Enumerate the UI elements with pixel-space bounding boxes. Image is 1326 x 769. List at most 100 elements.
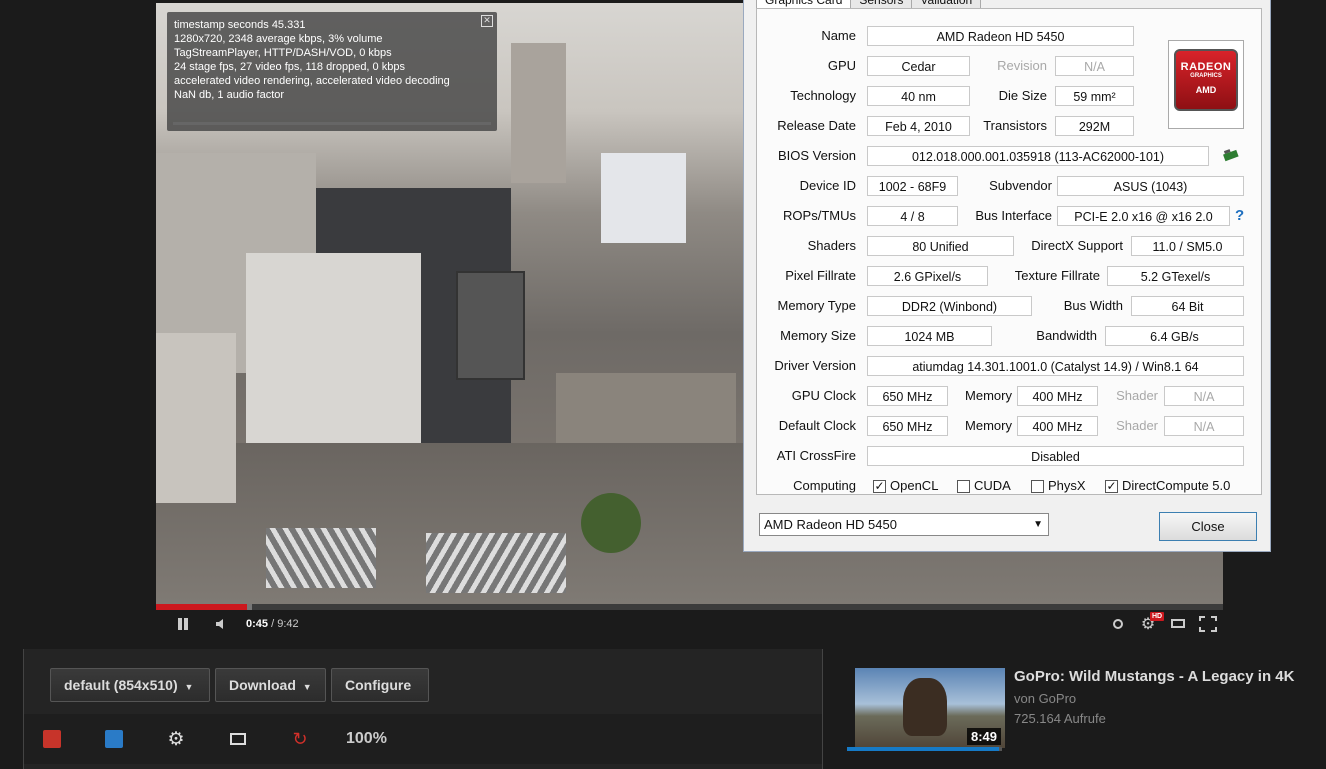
gear-icon[interactable]: ⚙ — [166, 729, 186, 750]
related-channel[interactable]: von GoPro — [1014, 691, 1076, 706]
bios-value[interactable]: 012.018.000.001.035918 (113-AC62000-101) — [867, 146, 1209, 166]
device-id-label: Device ID — [799, 178, 856, 193]
theater-mode-button[interactable] — [1168, 610, 1188, 637]
related-title[interactable]: GoPro: Wild Mustangs - A Legacy in 4K — [1014, 668, 1294, 685]
directx-value[interactable]: 11.0 / SM5.0 — [1131, 236, 1244, 256]
gpu-label: GPU — [827, 58, 856, 73]
default-clock-value[interactable]: 650 MHz — [867, 416, 948, 436]
pixel-fillrate-label: Pixel Fillrate — [785, 268, 856, 283]
driver-version-label: Driver Version — [774, 358, 856, 373]
watch-later-button[interactable] — [1108, 610, 1128, 637]
default-memory-value[interactable]: 400 MHz — [1017, 416, 1098, 436]
memory-clock-value[interactable]: 400 MHz — [1017, 386, 1098, 406]
image-icon[interactable] — [228, 729, 248, 749]
crossfire-label: ATI CrossFire — [776, 448, 856, 463]
related-video[interactable]: 8:49 GoPro: Wild Mustangs - A Legacy in … — [836, 649, 1326, 769]
bios-save-icon[interactable] — [1221, 146, 1241, 166]
gpu-clock-value[interactable]: 650 MHz — [867, 386, 948, 406]
default-shader-label: Shader — [1116, 418, 1158, 433]
memory-type-value[interactable]: DDR2 (Winbond) — [867, 296, 1032, 316]
pause-button[interactable] — [172, 610, 194, 637]
die-size-value[interactable]: 59 mm² — [1055, 86, 1134, 106]
bus-width-label: Bus Width — [1063, 298, 1123, 313]
opencl-checkbox[interactable]: ✓ OpenCL — [873, 476, 938, 496]
card-select[interactable]: AMD Radeon HD 5450 ▼ — [759, 513, 1049, 536]
bandwidth-label: Bandwidth — [1036, 328, 1097, 343]
speaker-icon — [216, 618, 223, 629]
watched-fill — [847, 747, 999, 751]
release-date-label: Release Date — [777, 118, 856, 133]
close-button[interactable]: Close — [1159, 512, 1257, 541]
die-size-label: Die Size — [998, 88, 1047, 103]
bus-width-value[interactable]: 64 Bit — [1131, 296, 1244, 316]
tab-graphics-card[interactable]: Graphics Card — [756, 0, 852, 8]
stats-line: NaN db, 1 audio factor — [174, 89, 285, 101]
shader-clock-value[interactable]: N/A — [1164, 386, 1244, 406]
default-memory-label: Memory — [965, 418, 1012, 433]
cuda-checkbox[interactable]: CUDA — [957, 476, 1011, 496]
quality-dropdown[interactable]: default (854x510) ▼ — [50, 668, 210, 702]
volume-button[interactable] — [211, 610, 233, 637]
time-total: 9:42 — [277, 617, 299, 630]
download-label: Download — [229, 677, 296, 693]
crossfire-value[interactable]: Disabled — [867, 446, 1244, 466]
time-current: 0:45 — [246, 617, 269, 630]
subvendor-value[interactable]: ASUS (1043) — [1057, 176, 1244, 196]
close-icon[interactable]: ✕ — [481, 15, 493, 27]
directcompute-checkbox[interactable]: ✓ DirectCompute 5.0 — [1105, 476, 1230, 496]
tab-validation[interactable]: Validation — [911, 0, 982, 8]
transistors-value[interactable]: 292M — [1055, 116, 1134, 136]
plugin-icon-row — [24, 714, 822, 764]
gpuz-window: Graphics Card Sensors Validation Name AMD … — [743, 0, 1271, 552]
texture-fillrate-value[interactable]: 5.2 GTexel/s — [1107, 266, 1244, 286]
rops-tmus-value[interactable]: 4 / 8 — [867, 206, 958, 226]
default-clock-label: Default Clock — [778, 418, 856, 433]
stats-line: TagStreamPlayer, HTTP/DASH/VOD, 0 kbps — [174, 47, 392, 59]
default-shader-value[interactable]: N/A — [1164, 416, 1244, 436]
scene-crosswalk-2 — [426, 533, 566, 593]
gpu-value[interactable]: Cedar — [867, 56, 970, 76]
time-display: 0:45 / 9:42 — [246, 610, 306, 637]
name-value[interactable]: AMD Radeon HD 5450 — [867, 26, 1134, 46]
memory-type-label: Memory Type — [777, 298, 856, 313]
gpu-clock-label: GPU Clock — [791, 388, 856, 403]
scene-billboard — [601, 153, 686, 243]
bios-label: BIOS Version — [777, 148, 856, 163]
pixel-fillrate-value[interactable]: 2.6 GPixel/s — [867, 266, 988, 286]
opencl-label: OpenCL — [890, 478, 939, 493]
download-dropdown[interactable]: Download ▼ — [215, 668, 326, 702]
stats-bar — [173, 122, 491, 125]
stats-line: 1280x720, 2348 average kbps, 3% volume — [174, 33, 383, 45]
stats-for-nerds-panel: timestamp seconds 45.331 1280x720, 2348 … — [167, 12, 497, 131]
reload-icon[interactable]: ↻ — [290, 729, 310, 749]
settings-button[interactable]: ⚙ HD — [1138, 610, 1165, 637]
caret-down-icon: ▼ — [184, 682, 194, 692]
name-label: Name — [821, 28, 856, 43]
red-export-icon[interactable] — [42, 729, 62, 749]
physx-checkbox[interactable]: PhysX — [1031, 476, 1086, 496]
release-date-value[interactable]: Feb 4, 2010 — [867, 116, 970, 136]
configure-button[interactable]: Configure — [331, 668, 429, 702]
bus-interface-value[interactable]: PCI-E 2.0 x16 @ x16 2.0 — [1057, 206, 1230, 226]
revision-value[interactable]: N/A — [1055, 56, 1134, 76]
blue-export-icon[interactable] — [104, 729, 124, 749]
video-thumbnail[interactable]: 8:49 — [855, 668, 1005, 748]
memory-size-value[interactable]: 1024 MB — [867, 326, 992, 346]
amd-radeon-logo: RADEON GRAPHICS AMD — [1168, 40, 1244, 129]
time-separator: / — [268, 617, 278, 630]
help-icon[interactable]: ? — [1235, 206, 1244, 226]
scene-tree — [581, 493, 641, 553]
shaders-value[interactable]: 80 Unified — [867, 236, 1014, 256]
fullscreen-button[interactable] — [1196, 610, 1220, 637]
logo-graphics-text: GRAPHICS — [1190, 73, 1222, 79]
fullscreen-icon — [1199, 615, 1217, 632]
duration-badge: 8:49 — [966, 728, 1001, 745]
tab-sensors[interactable]: Sensors — [850, 0, 913, 8]
driver-version-value[interactable]: atiumdag 14.301.1001.0 (Catalyst 14.9) /… — [867, 356, 1244, 376]
device-id-value[interactable]: 1002 - 68F9 — [867, 176, 958, 196]
computing-label: Computing — [793, 478, 856, 493]
technology-value[interactable]: 40 nm — [867, 86, 970, 106]
bandwidth-value[interactable]: 6.4 GB/s — [1105, 326, 1244, 346]
scene-crosswalk — [266, 528, 376, 588]
caret-down-icon: ▼ — [302, 682, 312, 692]
